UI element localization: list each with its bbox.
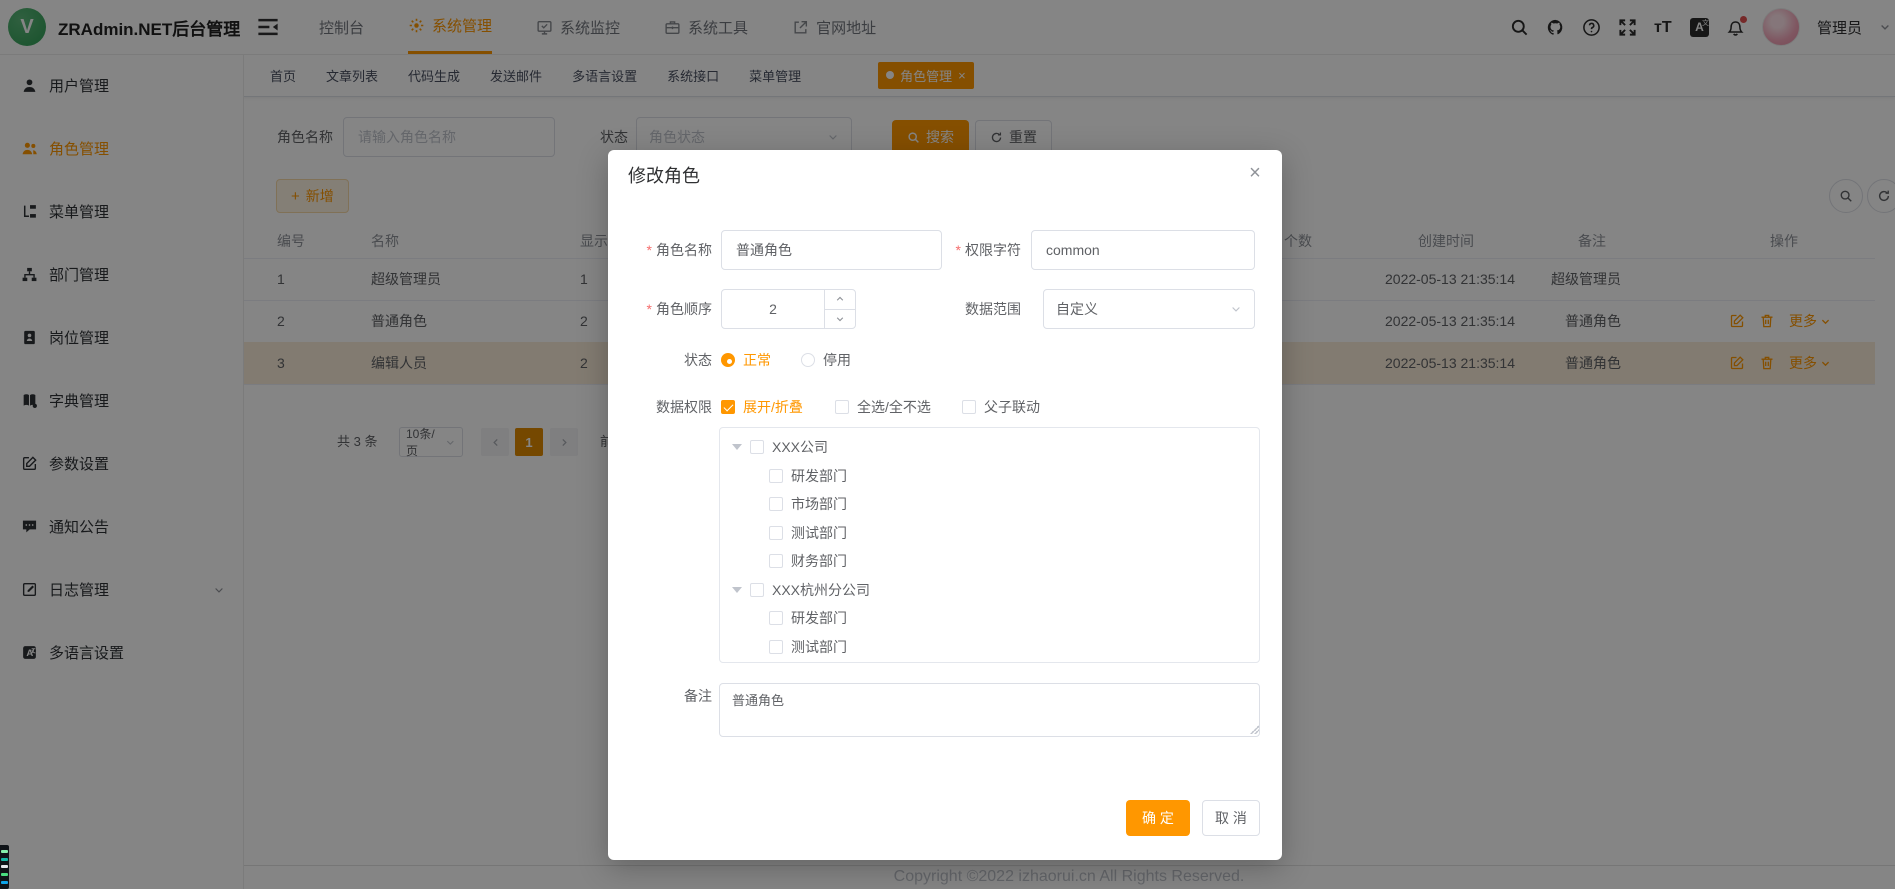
role-sort-stepper[interactable]: 2 — [721, 289, 856, 329]
checkbox-box[interactable] — [750, 440, 764, 454]
devtools-stripe — [1, 850, 8, 853]
tree-node[interactable]: XXX公司 — [720, 433, 1259, 462]
tree-node[interactable]: 研发部门 — [720, 462, 1259, 491]
checkbox-box[interactable] — [769, 469, 783, 483]
confirm-button[interactable]: 确 定 — [1126, 800, 1190, 836]
tree-node-label: 研发部门 — [791, 608, 847, 628]
checkbox-select-all[interactable]: 全选/全不选 — [835, 397, 962, 417]
status-radio-group: 正常 停用 — [721, 340, 851, 380]
stepper-down-button[interactable] — [825, 310, 855, 329]
radio-disabled[interactable]: 停用 — [801, 350, 851, 370]
radio-label: 停用 — [823, 350, 851, 370]
close-icon[interactable]: × — [1246, 164, 1264, 182]
devtools-stripe — [1, 873, 8, 876]
cancel-button[interactable]: 取 消 — [1202, 800, 1260, 836]
checkbox-box[interactable] — [769, 497, 783, 511]
checkbox-expand-collapse[interactable]: 展开/折叠 — [721, 397, 835, 417]
app-root: V ZRAdmin.NET后台管理 控制台 系统管理 系统监控 — [0, 0, 1895, 889]
role-key-label: 权限字符 — [931, 230, 1021, 270]
devtools-stripe — [1, 858, 8, 861]
radio-dot — [801, 353, 815, 367]
status-label: 状态 — [622, 340, 712, 380]
tree-expand-icon[interactable] — [732, 444, 742, 450]
tree-node-label: 研发部门 — [791, 466, 847, 486]
remark-label: 备注 — [622, 676, 712, 716]
devtools-stripe — [1, 881, 8, 884]
department-tree: XXX公司 研发部门 市场部门 测试部门 财务部门 XXX杭州分公司 — [719, 427, 1260, 663]
remark-textarea[interactable]: 普通角色 — [719, 683, 1260, 737]
chevron-down-icon — [1230, 303, 1242, 315]
checkbox-box[interactable] — [769, 640, 783, 654]
checkbox-box[interactable] — [769, 554, 783, 568]
checkbox-label: 全选/全不选 — [857, 397, 931, 417]
tree-node-label: 财务部门 — [791, 551, 847, 571]
dialog-role-key-field[interactable] — [1044, 241, 1242, 259]
stepper-controls — [824, 290, 855, 328]
tree-node[interactable]: XXX杭州分公司 — [720, 576, 1259, 605]
checkbox-box — [721, 400, 735, 414]
role-sort-value[interactable]: 2 — [722, 290, 824, 328]
tree-node[interactable]: 研发部门 — [720, 604, 1259, 633]
checkbox-box[interactable] — [769, 611, 783, 625]
devtools-stripe — [1, 865, 8, 868]
role-sort-label: 角色顺序 — [622, 289, 712, 329]
edit-role-dialog: 修改角色 × 角色名称 权限字符 角色顺序 2 数据范围 自定义 状态 — [608, 150, 1282, 860]
tree-expand-icon[interactable] — [732, 587, 742, 593]
checkbox-label: 展开/折叠 — [743, 397, 803, 417]
stepper-up-button[interactable] — [825, 290, 855, 310]
checkbox-box — [962, 400, 976, 414]
radio-label: 正常 — [743, 350, 771, 370]
data-scope-value: 自定义 — [1056, 299, 1098, 319]
tree-node-label: 市场部门 — [791, 494, 847, 514]
dialog-title: 修改角色 — [628, 162, 700, 188]
tree-node-label: 测试部门 — [791, 523, 847, 543]
devtools-widget[interactable] — [0, 845, 9, 889]
checkbox-box[interactable] — [750, 583, 764, 597]
checkbox-label: 父子联动 — [984, 397, 1040, 417]
dialog-role-name-field[interactable] — [734, 241, 929, 259]
tree-node[interactable]: 财务部门 — [720, 547, 1259, 576]
tree-node[interactable]: 测试部门 — [720, 633, 1259, 662]
radio-normal[interactable]: 正常 — [721, 350, 771, 370]
tree-node-label: XXX公司 — [772, 437, 828, 457]
checkbox-box[interactable] — [769, 526, 783, 540]
checkbox-parent-child-link[interactable]: 父子联动 — [962, 397, 1040, 417]
role-name-label: 角色名称 — [622, 230, 712, 270]
tree-node-label: 测试部门 — [791, 637, 847, 657]
data-scope-select[interactable]: 自定义 — [1043, 289, 1255, 329]
checkbox-box — [835, 400, 849, 414]
dialog-role-key-input[interactable] — [1031, 230, 1255, 270]
data-perm-label: 数据权限 — [622, 387, 712, 427]
data-scope-label: 数据范围 — [931, 289, 1021, 329]
data-perm-options: 展开/折叠 全选/全不选 父子联动 — [721, 387, 1040, 427]
tree-node[interactable]: 市场部门 — [720, 490, 1259, 519]
dialog-role-name-input[interactable] — [721, 230, 942, 270]
tree-node-label: XXX杭州分公司 — [772, 580, 870, 600]
tree-node[interactable]: 测试部门 — [720, 519, 1259, 548]
radio-dot — [721, 353, 735, 367]
